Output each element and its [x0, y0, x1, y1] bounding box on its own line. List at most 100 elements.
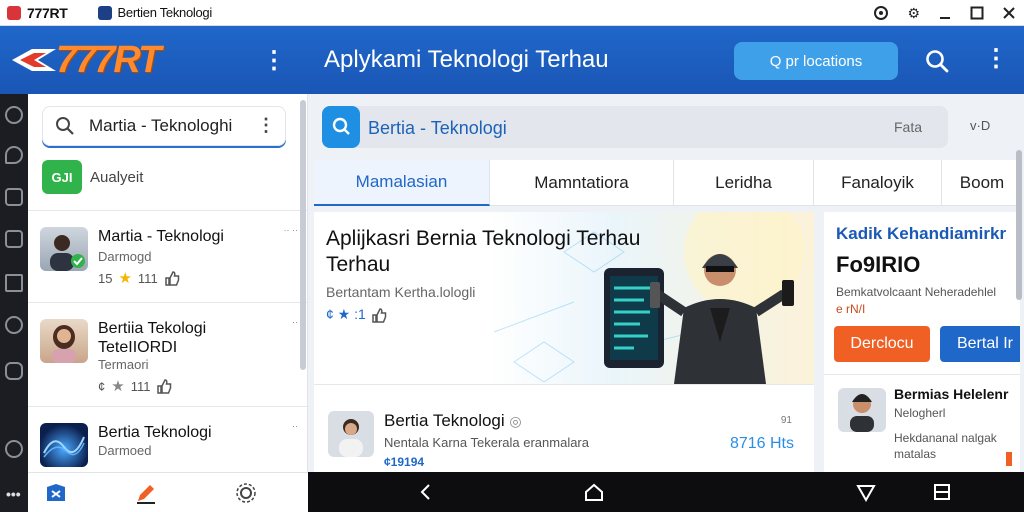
download-button[interactable]: Derclocu: [834, 326, 930, 362]
person-avatar-icon: [50, 235, 85, 271]
divider: [824, 374, 1020, 375]
app-name: 777RT: [27, 4, 68, 21]
rail-home-icon[interactable]: [5, 106, 23, 124]
window-tab[interactable]: Bertien Teknologi: [97, 5, 213, 20]
recents-icon[interactable]: [932, 482, 952, 502]
tab-mamalasian[interactable]: Mamalasian: [314, 160, 490, 206]
main-extra-label[interactable]: v·D: [970, 118, 990, 133]
list-item-subtitle: Darmoed: [98, 443, 152, 458]
rating-value: 15: [98, 270, 113, 286]
promo-item-subtitle: Nelogherl: [894, 406, 946, 420]
sync-icon[interactable]: [873, 5, 889, 21]
main-scrollbar[interactable]: [1016, 150, 1022, 300]
list-item-meta: ¢ ★ 111: [98, 377, 172, 395]
list-item-corner: ··: [292, 317, 298, 327]
thumbs-up-icon[interactable]: [156, 378, 172, 394]
rating-count: 111: [130, 378, 151, 394]
analytics-badge-icon[interactable]: GJI: [42, 160, 82, 194]
tab-fanaloyik[interactable]: Fanaloyik: [814, 160, 942, 206]
thumbs-up-icon[interactable]: [371, 307, 387, 323]
featured-item-corner: 91: [780, 415, 792, 426]
minimize-icon[interactable]: [938, 6, 952, 20]
analytics-label[interactable]: Aualyeit: [90, 169, 143, 186]
back-icon[interactable]: [416, 482, 436, 502]
edit-pen-icon[interactable]: [134, 481, 158, 505]
detail-button[interactable]: Bertal Ir: [940, 326, 1020, 362]
list-item[interactable]: Martia - Teknologi Darmogd 15 ★ 111 ·· ·…: [28, 210, 307, 306]
main-search-icon-box[interactable]: [322, 106, 360, 148]
rail-more-icon[interactable]: •••: [6, 486, 21, 502]
list-item-corner: ··: [292, 421, 298, 431]
thumbs-up-icon[interactable]: [164, 270, 180, 286]
store-icon[interactable]: [44, 481, 68, 505]
rail-window-icon[interactable]: [5, 230, 23, 248]
promo-code: Fo9IRIO: [836, 252, 921, 277]
list-item-corner: ·· ··: [283, 225, 299, 235]
thumbnail: [40, 423, 88, 467]
scroll-marker: [1006, 452, 1012, 466]
verified-icon: ◎: [509, 413, 522, 429]
list-item-subtitle: Darmogd: [98, 249, 152, 264]
person-avatar-icon: [850, 394, 874, 432]
promo-description: Bemkatvolcaant Neheradehlel: [836, 285, 997, 299]
rail-layout-icon[interactable]: [5, 188, 23, 206]
logo[interactable]: 777RT: [12, 38, 161, 82]
left-rail: •••: [0, 94, 28, 512]
logo-arrow-icon: [12, 49, 56, 71]
rail-link-icon[interactable]: [5, 362, 23, 380]
featured-list-item[interactable]: Bertia Teknologi ◎ Nentala Karna Tekeral…: [314, 384, 814, 472]
main-search-bar[interactable]: Bertia - Teknologi Fata: [322, 106, 948, 148]
tech-wave-icon: [43, 436, 85, 458]
featured-item-title: Bertia Teknologi ◎: [384, 411, 522, 430]
avatar: [838, 388, 886, 432]
star-icon: ★: [111, 378, 125, 395]
rail-chart-icon[interactable]: [5, 274, 23, 292]
list-item[interactable]: Bertiia Tekologi TeteIIORDI Termaori ¢ ★…: [28, 302, 307, 398]
sidebar-search[interactable]: Martia - Teknologhi ⋮: [42, 106, 286, 146]
sidebar-search-text: Martia - Teknologhi: [89, 116, 233, 135]
main-search-filter[interactable]: Fata: [894, 119, 922, 135]
home-icon[interactable]: [584, 482, 604, 502]
category-tabs: Mamalasian Mamntatiora Leridha Fanaloyik…: [314, 160, 1022, 206]
main-search-icon: [332, 117, 350, 135]
rating-value: ¢: [98, 378, 106, 394]
tab-title: Bertien Teknologi: [117, 5, 213, 20]
header-search-button[interactable]: Q pr locations: [734, 42, 898, 80]
rail-search-icon[interactable]: [5, 440, 23, 458]
close-icon[interactable]: [1002, 6, 1016, 20]
triangle-down-icon[interactable]: [856, 482, 876, 502]
promo-item-description: Hekdananal nalgak matalas: [894, 431, 997, 461]
promo-badge: e rN/I: [836, 302, 866, 316]
more-options-icon[interactable]: ⋮: [984, 44, 1008, 73]
featured-meta-text: ¢ ★ :1: [326, 306, 366, 322]
tab-leridha[interactable]: Leridha: [674, 160, 814, 206]
featured-hero: Aplijkasri Bernia Teknologi Terhau Terha…: [314, 212, 814, 384]
settings-dots-icon[interactable]: ⚙: [907, 5, 920, 22]
logo-text: 777RT: [56, 38, 161, 81]
system-nav-bar: [308, 472, 1024, 512]
sidebar-search-more-icon[interactable]: ⋮: [257, 115, 275, 136]
list-item[interactable]: Bertia Teknologi Darmoed ··: [28, 406, 307, 472]
rail-refresh-icon[interactable]: [5, 316, 23, 334]
avatar: [328, 411, 374, 457]
avatar: [40, 319, 88, 363]
person-avatar-icon: [52, 325, 76, 363]
featured-item-price: 8716 Hts: [729, 435, 794, 452]
list-item-subtitle: Termaori: [98, 357, 149, 372]
avatar: [40, 227, 88, 271]
featured-card[interactable]: Aplijkasri Bernia Teknologi Terhau Terha…: [314, 212, 814, 472]
tab-mamntatiora[interactable]: Mamntatiora: [490, 160, 674, 206]
promo-item-title: Bermias Helelenr: [894, 386, 1009, 402]
header-menu-icon[interactable]: ⋮: [262, 46, 286, 75]
maximize-icon[interactable]: [970, 6, 984, 20]
rail-drop-icon[interactable]: [5, 146, 23, 164]
search-icon[interactable]: [924, 48, 950, 74]
person-avatar-icon: [339, 419, 363, 457]
promo-card: Kadik Kehandiamirkr Fo9IRIO Bemkatvolcaa…: [824, 212, 1020, 472]
sidebar: Martia - Teknologhi ⋮ GJI Aualyeit Marti…: [28, 94, 308, 472]
settings-gear-icon[interactable]: [234, 481, 258, 505]
tab-boom[interactable]: Boom: [942, 160, 1022, 206]
sidebar-search-icon: [56, 117, 74, 135]
sidebar-scrollbar[interactable]: [300, 100, 306, 370]
main-search-text: Bertia - Teknologi: [368, 118, 507, 138]
